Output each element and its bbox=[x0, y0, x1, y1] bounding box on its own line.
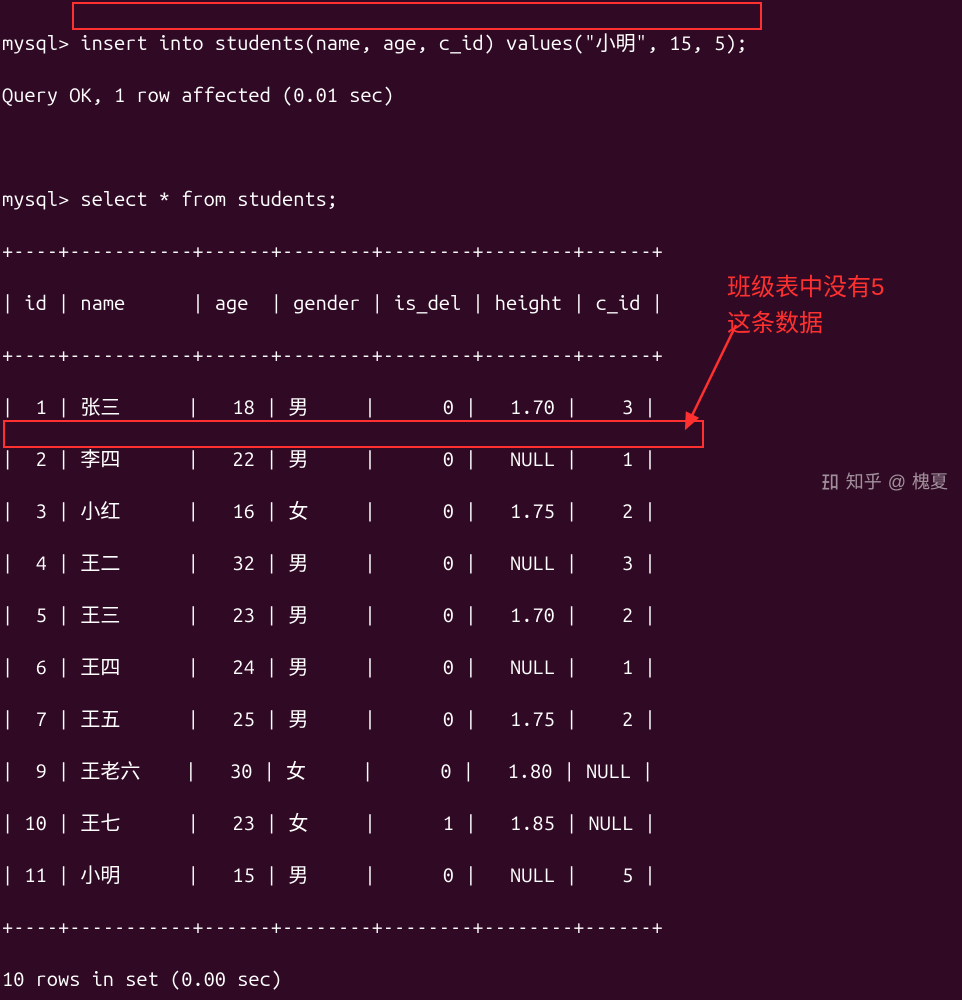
table-row: | 7 | 王五 | 25 | 男 | 0 | 1.75 | 2 | bbox=[2, 706, 960, 732]
table-border: +----+-----------+------+--------+------… bbox=[2, 238, 960, 264]
zhihu-icon bbox=[820, 472, 840, 492]
annotation-text: 班级表中没有5 这条数据 bbox=[727, 270, 947, 342]
mysql-prompt[interactable]: mysql> bbox=[2, 31, 69, 54]
table-row: | 1 | 张三 | 18 | 男 | 0 | 1.70 | 3 | bbox=[2, 394, 960, 420]
table-row: | 4 | 王二 | 32 | 男 | 0 | NULL | 3 | bbox=[2, 550, 960, 576]
table-border: +----+-----------+------+--------+------… bbox=[2, 914, 960, 940]
mysql-prompt[interactable]: mysql> bbox=[2, 187, 69, 210]
table-row: | 9 | 王老六 | 30 | 女 | 0 | 1.80 | NULL | bbox=[2, 758, 960, 784]
table-row: | 10 | 王七 | 23 | 女 | 1 | 1.85 | NULL | bbox=[2, 810, 960, 836]
zhihu-watermark: 知乎 @ 槐夏 bbox=[820, 471, 948, 494]
watermark-platform: 知乎 bbox=[846, 471, 882, 494]
select-command: select * from students; bbox=[80, 187, 338, 210]
query-ok-1: Query OK, 1 row affected (0.01 sec) bbox=[2, 82, 960, 108]
table-row: | 3 | 小红 | 16 | 女 | 0 | 1.75 | 2 | bbox=[2, 498, 960, 524]
terminal-output: mysql> insert into students(name, age, c… bbox=[2, 4, 960, 1000]
insert-command: insert into students(name, age, c_id) va… bbox=[80, 31, 747, 54]
table-row: | 5 | 王三 | 23 | 男 | 0 | 1.70 | 2 | bbox=[2, 602, 960, 628]
watermark-author: 槐夏 bbox=[912, 471, 948, 494]
table-row: | 11 | 小明 | 15 | 男 | 0 | NULL | 5 | bbox=[2, 862, 960, 888]
table-border: +----+-----------+------+--------+------… bbox=[2, 342, 960, 368]
watermark-at: @ bbox=[888, 471, 906, 494]
rows-in-set: 10 rows in set (0.00 sec) bbox=[2, 966, 960, 992]
annotation-line-2: 这条数据 bbox=[727, 306, 947, 342]
annotation-line-1: 班级表中没有5 bbox=[727, 270, 947, 306]
table-row: | 2 | 李四 | 22 | 男 | 0 | NULL | 1 | bbox=[2, 446, 960, 472]
table-row: | 6 | 王四 | 24 | 男 | 0 | NULL | 1 | bbox=[2, 654, 960, 680]
